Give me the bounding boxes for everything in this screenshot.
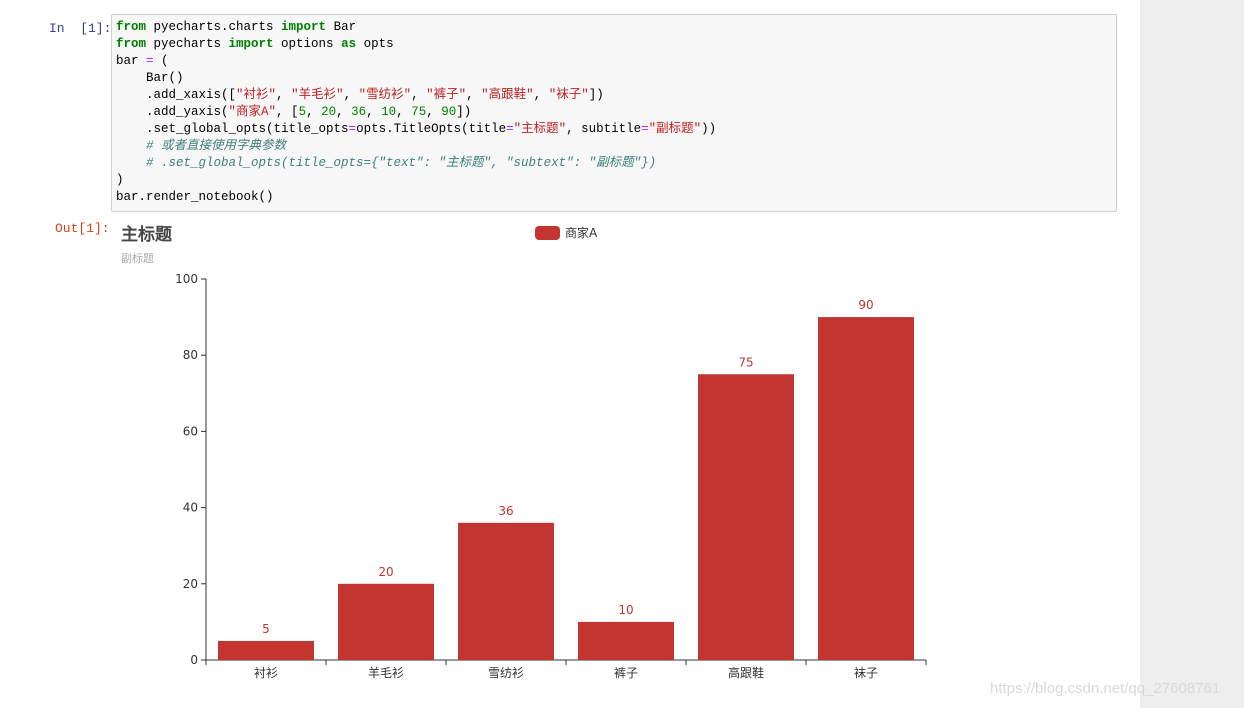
bar xyxy=(698,374,794,660)
chart-title: 主标题 xyxy=(121,225,172,245)
code-cell[interactable]: from pyecharts.charts import Bar from py… xyxy=(111,14,1117,212)
code-line: .add_xaxis(["衬衫", "羊毛衫", "雪纺衫", "裤子", "高… xyxy=(116,88,604,102)
code-line: from pyecharts import options as opts xyxy=(116,37,394,51)
code-line: # 或者直接使用字典参数 xyxy=(116,139,287,153)
code-line: .set_global_opts(title_opts=opts.TitleOp… xyxy=(116,122,717,136)
x-tick-label: 袜子 xyxy=(854,666,878,680)
y-tick-label: 0 xyxy=(190,653,198,667)
code-line: bar = ( xyxy=(116,54,169,68)
bar xyxy=(818,317,914,660)
y-tick-label: 60 xyxy=(183,424,198,438)
legend-label: 商家A xyxy=(565,226,598,240)
bar xyxy=(458,522,554,660)
bar-value-label: 20 xyxy=(378,565,393,579)
bar-value-label: 36 xyxy=(498,504,513,518)
bar-value-label: 75 xyxy=(738,355,753,369)
x-tick-label: 高跟鞋 xyxy=(728,665,764,680)
code-line: from pyecharts.charts import Bar xyxy=(116,20,357,34)
watermark: https://blog.csdn.net/qq_27608761 xyxy=(990,680,1221,697)
code-line: # .set_global_opts(title_opts={"text": "… xyxy=(116,156,657,170)
bar xyxy=(578,621,674,660)
y-tick-label: 100 xyxy=(175,272,198,286)
bar-chart: 0 20 40 60 80 100 5 衬衫 20 羊毛衫 36 雪纺衫 10 裤子 75 高跟鞋 90 袜子 xyxy=(175,272,927,680)
code-line: .add_yaxis("商家A", [5, 20, 36, 10, 75, 90… xyxy=(116,105,472,119)
bar xyxy=(218,640,314,660)
bar xyxy=(338,583,434,660)
chart-subtitle: 副标题 xyxy=(121,252,154,265)
x-tick-label: 雪纺衫 xyxy=(488,666,524,680)
bar-value-label: 90 xyxy=(858,298,873,312)
input-prompt: In [1]: xyxy=(49,21,112,36)
legend-swatch xyxy=(535,225,560,240)
legend[interactable]: 商家A xyxy=(535,224,597,241)
y-tick-label: 40 xyxy=(183,501,198,515)
y-tick-label: 80 xyxy=(183,348,198,362)
x-tick-label: 羊毛衫 xyxy=(368,665,404,680)
right-gutter xyxy=(1140,0,1244,708)
bar-value-label: 5 xyxy=(262,622,270,636)
x-tick-label: 衬衫 xyxy=(254,666,278,680)
output-prompt: Out[1]: xyxy=(55,221,110,236)
code-line: bar.render_notebook() xyxy=(116,190,274,204)
code-editor[interactable]: from pyecharts.charts import Bar from py… xyxy=(116,19,716,206)
bar-value-label: 10 xyxy=(618,603,633,617)
y-tick-label: 20 xyxy=(183,577,198,591)
output-area: 0 20 40 60 80 100 5 衬衫 20 羊毛衫 36 雪纺衫 10 裤子 75 高跟鞋 90 袜子 主… xyxy=(111,216,1117,708)
code-line: ) xyxy=(116,173,124,187)
x-tick-label: 裤子 xyxy=(614,666,638,680)
code-line: Bar() xyxy=(116,71,184,85)
